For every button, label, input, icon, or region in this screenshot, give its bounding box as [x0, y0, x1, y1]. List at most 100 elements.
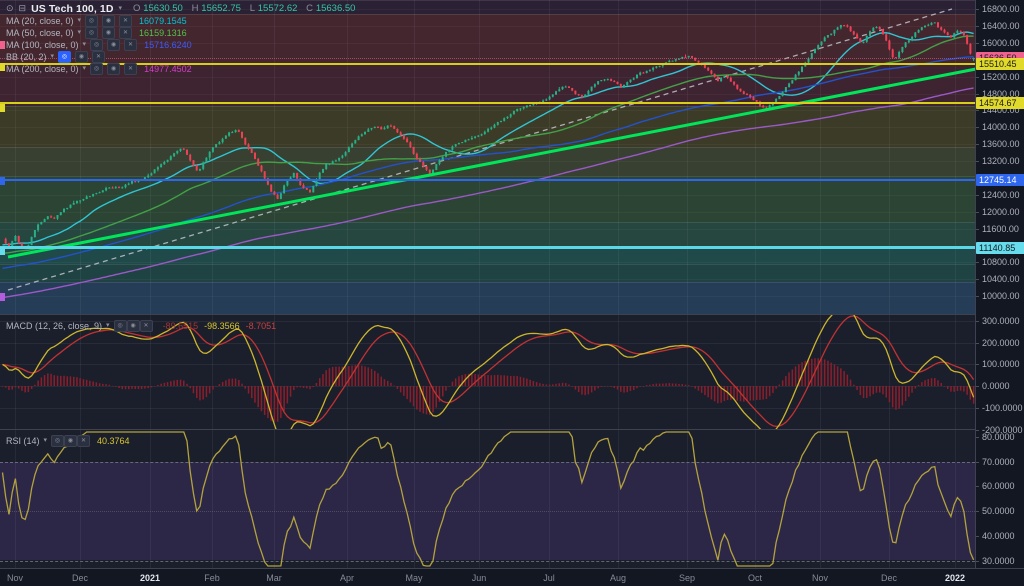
price-level-line[interactable] [0, 246, 975, 249]
price-axis-label: 16800.00 [982, 4, 1020, 14]
macd-value: -8.7051 [246, 321, 277, 331]
price-axis-label: 300.0000 [982, 316, 1020, 326]
time-axis-label: Apr [340, 573, 354, 583]
time-axis-label: Nov [812, 573, 828, 583]
indicator-legend-row: MA (200, close, 0) ▾◎ ◉ ✕ 14977.4502 [6, 63, 192, 74]
macd-legend: MACD (12, 26, close, 9) ▾ ◎◉✕ -89.6515-9… [6, 320, 276, 331]
low-label: L [250, 3, 255, 14]
settings-icon[interactable]: ◉ [107, 39, 120, 51]
indicator-caret-icon[interactable]: ▾ [83, 41, 87, 48]
high-label: H [192, 3, 199, 14]
time-axis-label: Jun [472, 573, 487, 583]
price-axis-label: 40.0000 [982, 531, 1015, 541]
indicator-label: MA (20, close, 0) [6, 16, 74, 26]
support-trendline[interactable] [8, 69, 975, 257]
axis-tick [976, 127, 979, 128]
time-axis-label: Aug [610, 573, 626, 583]
price-axis-label: 13200.00 [982, 156, 1020, 166]
close-value: 15636.50 [316, 3, 356, 14]
settings-icon[interactable]: ◉ [102, 27, 115, 39]
macd-pane[interactable]: MACD (12, 26, close, 9) ▾ ◎◉✕ -89.6515-9… [0, 315, 975, 429]
left-price-marker [0, 63, 5, 71]
visibility-icon[interactable]: ◎ [85, 15, 98, 27]
axis-tick [976, 486, 979, 487]
settings-icon[interactable]: ◉ [127, 320, 140, 332]
price-level-line[interactable] [0, 179, 975, 181]
price-axis-label: 10000.00 [982, 291, 1020, 301]
time-axis-label: Dec [72, 573, 88, 583]
chart-panel-icon[interactable]: ⊟ [19, 4, 27, 13]
axis-tick [976, 94, 979, 95]
axis-tick [976, 343, 979, 344]
pane-separator[interactable] [0, 429, 975, 430]
rsi-caret-icon[interactable]: ▾ [44, 437, 48, 444]
indicator-label: MA (100, close, 0) [6, 40, 79, 50]
last-price-line [0, 58, 975, 59]
delete-icon[interactable]: ✕ [140, 320, 153, 332]
price-axis-label: 13600.00 [982, 139, 1020, 149]
indicator-caret-icon[interactable]: ▾ [78, 29, 82, 36]
indicator-caret-icon[interactable]: ▾ [83, 65, 87, 72]
macd-value: -98.3566 [204, 321, 240, 331]
price-axis-label: 15200.00 [982, 72, 1020, 82]
indicator-value: 16159.1316 [139, 28, 187, 38]
price-level-line[interactable] [0, 102, 975, 104]
settings-icon[interactable]: ◉ [75, 51, 88, 63]
chart-title-bar: ⊙ ⊟ US Tech 100, 1D ▾ O 15630.50 H 15652… [6, 2, 355, 15]
indicator-caret-icon[interactable]: ▾ [78, 17, 82, 24]
macd-canvas[interactable] [0, 315, 975, 429]
axis-tick [976, 77, 979, 78]
delete-icon[interactable]: ✕ [92, 51, 105, 63]
pane-separator[interactable] [0, 314, 975, 315]
price-axis-label: 16000.00 [982, 38, 1020, 48]
rsi-canvas[interactable] [0, 430, 975, 568]
price-axis[interactable]: 16800.0016400.0016000.0015200.0014800.00… [975, 0, 1024, 568]
visibility-icon[interactable]: ◎ [51, 435, 64, 447]
open-label: O [133, 3, 140, 14]
time-axis-label: Nov [7, 573, 23, 583]
delete-icon[interactable]: ✕ [119, 27, 132, 39]
symbol-title[interactable]: US Tech 100, 1D [31, 3, 113, 15]
visibility-icon[interactable]: ◎ [90, 39, 103, 51]
chart-eye-icon[interactable]: ⊙ [6, 4, 14, 13]
indicator-legend-row: BB (20, 2)▾◎◉✕ [6, 51, 105, 62]
symbol-caret-icon[interactable]: ▾ [119, 5, 123, 12]
indicator-label: MA (200, close, 0) [6, 64, 79, 74]
visibility-icon[interactable]: ◎ [90, 63, 103, 75]
time-axis-label: Sep [679, 573, 695, 583]
delete-icon[interactable]: ✕ [119, 15, 132, 27]
indicator-legend-row: MA (20, close, 0)▾◎◉✕16079.1545 [6, 15, 187, 26]
rsi-pane[interactable]: RSI (14) ▾ ◎◉✕ 40.3764 [0, 430, 975, 568]
delete-icon[interactable]: ✕ [124, 39, 137, 51]
indicator-caret-icon[interactable]: ▾ [51, 53, 55, 60]
price-axis-label: 80.0000 [982, 432, 1015, 442]
left-price-marker [0, 247, 5, 255]
price-axis-label: 14000.00 [982, 122, 1020, 132]
price-axis-label: 16400.00 [982, 21, 1020, 31]
indicator-value: 14977.4502 [144, 64, 192, 74]
settings-icon[interactable]: ◉ [102, 15, 115, 27]
price-axis-label: 0.0000 [982, 381, 1010, 391]
axis-tick [976, 26, 979, 27]
settings-icon[interactable]: ◉ [64, 435, 77, 447]
delete-icon[interactable]: ✕ [77, 435, 90, 447]
time-axis-label: May [405, 573, 422, 583]
visibility-icon[interactable]: ◎ [85, 27, 98, 39]
settings-icon[interactable]: ◉ [107, 63, 120, 75]
ma200-line[interactable] [3, 88, 974, 298]
visibility-icon[interactable]: ◎ [114, 320, 127, 332]
visibility-icon[interactable]: ◎ [58, 51, 71, 63]
main-price-pane[interactable]: ⊙ ⊟ US Tech 100, 1D ▾ O 15630.50 H 15652… [0, 0, 975, 314]
axis-tick [976, 229, 979, 230]
axis-tick [976, 386, 979, 387]
price-axis-label: 100.0000 [982, 359, 1020, 369]
macd-caret-icon[interactable]: ▾ [106, 322, 110, 329]
macd-value: -89.6515 [163, 321, 199, 331]
time-axis-label: Mar [266, 573, 282, 583]
price-axis-highlight-label: 14574.67 [976, 97, 1024, 109]
time-axis[interactable]: NovDec2021FebMarAprMayJunJulAugSepOctNov… [0, 568, 1024, 586]
ohlc-readout: O 15630.50 H 15652.75 L 15572.62 C 15636… [127, 3, 355, 14]
delete-icon[interactable]: ✕ [124, 63, 137, 75]
time-axis-label: 2021 [140, 573, 160, 583]
price-axis-highlight-label: 15510.45 [976, 58, 1024, 70]
